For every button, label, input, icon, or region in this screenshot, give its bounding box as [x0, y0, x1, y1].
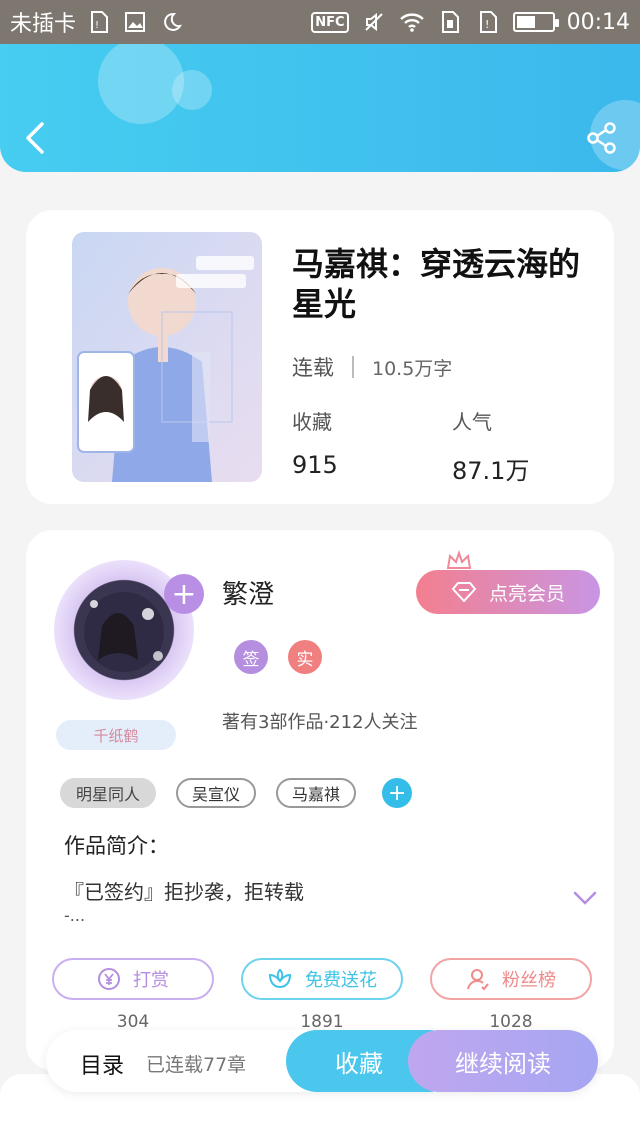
serial-status: 连载: [292, 356, 334, 380]
popularity-value: 87.1万: [452, 457, 530, 485]
back-button[interactable]: [20, 118, 50, 158]
book-cover[interactable]: [72, 232, 262, 482]
crown-icon: [446, 550, 472, 569]
meta-divider: [352, 356, 354, 378]
send-flower-label: 免费送花: [305, 970, 377, 991]
flower-action: 免费送花 1891: [241, 958, 403, 1032]
intro-text: 『已签约』拒抄袭，拒转载: [64, 880, 304, 904]
add-tag-button[interactable]: +: [382, 778, 413, 808]
verified-badge: 实: [288, 640, 322, 674]
author-card: + 千纸鹤 繁澄 点亮会员 签 实 著有3部作品·212人关注 明星同人 吴宣仪…: [26, 530, 614, 1070]
favorites-stat: 收藏 915: [292, 406, 338, 479]
svg-text:!: !: [485, 18, 489, 31]
decor-bubble: [98, 44, 184, 124]
author-name[interactable]: 繁澄: [222, 574, 274, 611]
fans-count: 1028: [489, 1012, 533, 1032]
tag-chip[interactable]: 马嘉祺: [276, 778, 357, 808]
user-icon: [467, 969, 489, 991]
intro-title: 作品简介：: [64, 834, 169, 858]
action-row: 打赏 304 免费送花 1891 粉丝榜 1028: [52, 958, 592, 1032]
chevron-down-icon[interactable]: [572, 888, 598, 908]
book-tags: 明星同人 吴宣仪 马嘉祺 +: [60, 778, 413, 808]
diamond-icon: [451, 582, 477, 602]
signed-badge: 签: [234, 640, 268, 674]
sim1-icon: [437, 9, 463, 35]
status-bar: 未插卡 ! NFC ! 00:14: [0, 0, 640, 44]
fans-rank-label: 粉丝榜: [502, 970, 556, 991]
decor-bubble: [172, 70, 212, 110]
nfc-icon: NFC: [311, 11, 349, 33]
author-avatar[interactable]: +: [54, 560, 204, 710]
sim-alert-icon: !: [86, 9, 112, 35]
book-info-card: 马嘉祺：穿透云海的星光 连载 10.5万字 收藏 915 人气 87.1万: [26, 210, 614, 504]
battery-icon: [512, 12, 559, 32]
author-info: 著有3部作品·212人关注: [222, 712, 418, 733]
follow-plus-icon[interactable]: +: [164, 574, 204, 614]
favorites-value: 915: [292, 451, 338, 479]
yen-icon: [98, 968, 120, 990]
toc-button[interactable]: 目录: [80, 1048, 124, 1080]
share-icon: [587, 122, 616, 154]
bottom-bar: 目录 已连载77章 收藏 继续阅读: [46, 1030, 598, 1092]
level-badge: 千纸鹤: [56, 720, 176, 750]
tip-label: 打赏: [133, 970, 169, 991]
sim2-icon: !: [475, 9, 501, 35]
tag-chip[interactable]: 明星同人: [60, 778, 157, 808]
tag-chip[interactable]: 吴宣仪: [176, 778, 257, 808]
chapter-count: 已连载77章: [146, 1054, 247, 1076]
vip-button[interactable]: 点亮会员: [416, 570, 600, 614]
tip-count: 304: [116, 1012, 150, 1032]
book-meta: 连载 10.5万字: [292, 352, 452, 382]
intro-more: -...: [64, 906, 86, 925]
popularity-label: 人气: [452, 410, 492, 434]
favorites-label: 收藏: [292, 410, 332, 434]
fans-rank-button[interactable]: 粉丝榜: [430, 958, 592, 1000]
word-count: 10.5万字: [372, 357, 453, 380]
image-icon: [122, 9, 148, 35]
popularity-stat: 人气 87.1万: [452, 406, 529, 486]
fans-action: 粉丝榜 1028: [430, 958, 592, 1032]
tip-button[interactable]: 打赏: [52, 958, 214, 1000]
clock: 00:14: [566, 9, 630, 35]
moon-icon: [158, 9, 184, 35]
share-button[interactable]: [586, 122, 618, 154]
book-title: 马嘉祺：穿透云海的星光: [292, 245, 581, 323]
flower-icon: [268, 968, 292, 989]
carrier-label: 未插卡: [10, 12, 77, 37]
vip-button-label: 点亮会员: [488, 582, 565, 605]
tip-action: 打赏 304: [52, 958, 214, 1032]
send-flower-button[interactable]: 免费送花: [241, 958, 403, 1000]
wifi-icon: [399, 9, 425, 35]
svg-text:!: !: [95, 20, 99, 31]
mute-icon: [361, 9, 387, 35]
chevron-left-icon: [26, 122, 44, 154]
header-bar: [0, 44, 640, 172]
flower-count: 1891: [300, 1012, 344, 1032]
continue-reading-button[interactable]: 继续阅读: [408, 1030, 598, 1092]
